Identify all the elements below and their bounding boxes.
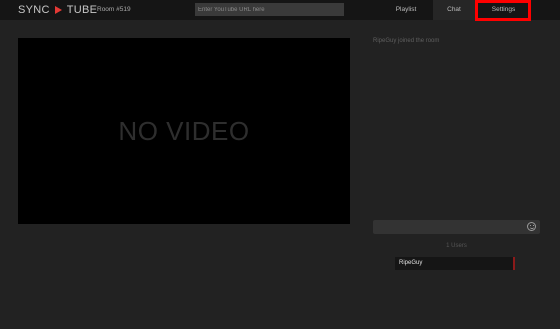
no-video-text: NO VIDEO <box>118 115 250 146</box>
chat-input[interactable] <box>373 220 540 234</box>
video-player[interactable]: NO VIDEO <box>18 38 350 224</box>
settings-highlight-box <box>475 0 531 21</box>
users-count: 1 Users <box>446 243 467 249</box>
tab-chat[interactable]: Chat <box>433 0 475 20</box>
chat-message: RipeGuy joined the room <box>373 38 440 44</box>
room-label: Room #519 <box>97 6 131 13</box>
logo-text-sync: SYNC <box>18 4 50 16</box>
user-list-item[interactable]: RipeGuy <box>395 257 515 270</box>
play-icon <box>54 6 62 14</box>
youtube-url-input[interactable] <box>195 3 344 16</box>
smiley-icon[interactable] <box>527 222 536 231</box>
tab-playlist[interactable]: Playlist <box>380 0 432 20</box>
synctube-logo[interactable]: SYNC TUBE <box>18 3 97 17</box>
logo-text-tube: TUBE <box>66 4 98 16</box>
